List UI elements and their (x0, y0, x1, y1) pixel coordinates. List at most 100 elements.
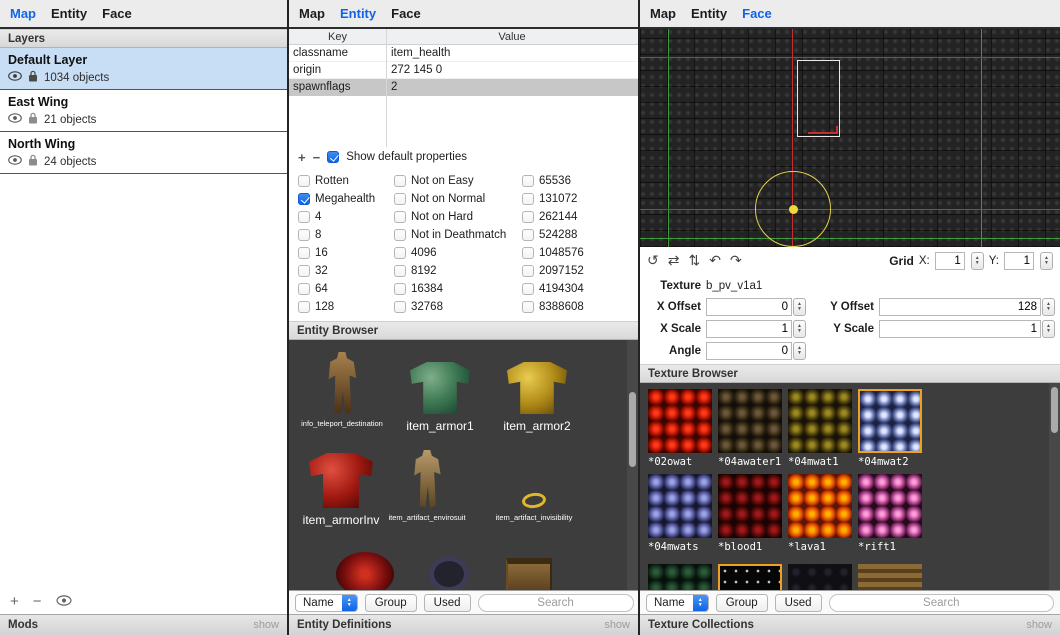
entity-thumb[interactable]: info_teleport_destination (292, 350, 392, 428)
texture-thumb[interactable]: *02owat (648, 389, 718, 468)
flag-checkbox[interactable] (298, 193, 310, 205)
flag-item[interactable]: Not on Hard (394, 208, 522, 226)
add-layer-button[interactable]: + (10, 593, 19, 610)
y-scale-input[interactable] (879, 320, 1041, 338)
uv-reset-icon[interactable]: ↺ (647, 252, 659, 269)
y-offset-stepper[interactable]: ▲▼ (1042, 298, 1055, 316)
texture-thumb[interactable]: *04mwat1 (788, 389, 858, 468)
flag-checkbox[interactable] (522, 265, 534, 277)
flag-checkbox[interactable] (298, 301, 310, 313)
tab-entity[interactable]: Entity (340, 6, 376, 21)
entity-thumb-partial[interactable] (499, 558, 559, 590)
x-offset-stepper[interactable]: ▲▼ (793, 298, 806, 316)
flag-item[interactable]: 16384 (394, 280, 522, 298)
property-value[interactable]: 2 (386, 81, 638, 93)
tab-entity[interactable]: Entity (691, 6, 727, 21)
uv-viewport[interactable] (640, 29, 1060, 247)
lock-icon[interactable] (28, 154, 38, 169)
texture-thumb[interactable]: *blood1 (718, 474, 788, 553)
flag-item[interactable]: Not on Easy (394, 172, 522, 190)
property-value[interactable]: item_health (386, 47, 638, 59)
texture-thumb[interactable]: *lava1 (788, 474, 858, 553)
toggle-visibility-button[interactable] (56, 593, 72, 610)
flag-checkbox[interactable] (522, 301, 534, 313)
add-property-button[interactable]: + (298, 150, 306, 165)
flag-item[interactable]: 4 (298, 208, 394, 226)
flag-item[interactable]: 32 (298, 262, 394, 280)
entity-browser[interactable]: info_teleport_destination item_armor1 it… (289, 340, 638, 590)
flag-checkbox[interactable] (394, 229, 406, 241)
mods-show-link[interactable]: show (253, 619, 279, 631)
entity-search-input[interactable] (479, 595, 633, 611)
eye-icon[interactable] (8, 71, 22, 84)
used-button[interactable]: Used (775, 594, 822, 612)
entity-thumb[interactable]: item_artifact_invisibility (482, 448, 586, 522)
flag-item[interactable]: 16 (298, 244, 394, 262)
texture-thumb[interactable]: *04awater1 (718, 389, 788, 468)
flag-checkbox[interactable] (522, 229, 534, 241)
entity-search-field[interactable] (478, 594, 634, 612)
flip-vertical-icon[interactable]: ⇅ (688, 252, 700, 269)
x-scale-stepper[interactable]: ▲▼ (793, 320, 806, 338)
texture-thumb[interactable]: *rift1 (858, 474, 928, 553)
texture-search-field[interactable] (829, 594, 1054, 612)
flag-item[interactable]: 64 (298, 280, 394, 298)
flag-checkbox[interactable] (522, 175, 534, 187)
angle-stepper[interactable]: ▲▼ (793, 342, 806, 360)
y-scale-stepper[interactable]: ▲▼ (1042, 320, 1055, 338)
property-row-selected[interactable]: spawnflags 2 (289, 79, 638, 96)
flag-checkbox[interactable] (522, 193, 534, 205)
column-divider[interactable] (386, 29, 387, 147)
texture-thumb[interactable]: *04mwats (648, 474, 718, 553)
flag-item[interactable]: 524288 (522, 226, 629, 244)
tab-map[interactable]: Map (299, 6, 325, 21)
entity-thumb[interactable]: item_armor1 (390, 350, 490, 433)
lock-icon[interactable] (28, 112, 38, 127)
flag-item[interactable]: Not in Deathmatch (394, 226, 522, 244)
flag-checkbox[interactable] (298, 211, 310, 223)
sort-popup[interactable]: Name ▲▼ (295, 594, 358, 612)
layer-row[interactable]: North Wing 24 objects (0, 132, 287, 174)
show-default-properties-checkbox[interactable] (327, 151, 339, 163)
texture-thumb-partial[interactable] (858, 564, 928, 590)
tab-map[interactable]: Map (10, 6, 36, 21)
flag-checkbox[interactable] (394, 283, 406, 295)
texture-search-input[interactable] (830, 595, 1053, 611)
eye-icon[interactable] (8, 113, 22, 126)
remove-property-button[interactable]: − (313, 150, 321, 165)
used-button[interactable]: Used (424, 594, 471, 612)
grid-x-stepper[interactable]: ▲▼ (971, 252, 984, 270)
flag-item[interactable]: 8192 (394, 262, 522, 280)
flag-item[interactable]: 4194304 (522, 280, 629, 298)
flip-horizontal-icon[interactable]: ⇄ (668, 252, 680, 269)
flag-checkbox[interactable] (298, 283, 310, 295)
flag-checkbox[interactable] (394, 211, 406, 223)
texture-thumb-partial[interactable] (648, 564, 718, 590)
rotate-ccw-icon[interactable]: ↶ (709, 252, 721, 269)
grid-x-input[interactable] (935, 252, 965, 270)
flag-checkbox[interactable] (394, 193, 406, 205)
x-offset-input[interactable] (706, 298, 792, 316)
flag-item[interactable]: Megahealth (298, 190, 394, 208)
flag-item[interactable]: 32768 (394, 298, 522, 316)
entity-definitions-show-link[interactable]: show (604, 619, 630, 631)
flag-item[interactable]: Rotten (298, 172, 394, 190)
angle-input[interactable] (706, 342, 792, 360)
flag-checkbox[interactable] (522, 247, 534, 259)
texture-thumb-partial[interactable] (718, 564, 788, 590)
flag-item[interactable]: 65536 (522, 172, 629, 190)
sort-popup[interactable]: Name ▲▼ (646, 594, 709, 612)
layer-row[interactable]: Default Layer 1034 objects (0, 48, 287, 90)
grid-y-stepper[interactable]: ▲▼ (1040, 252, 1053, 270)
flag-checkbox[interactable] (298, 265, 310, 277)
layer-row[interactable]: East Wing 21 objects (0, 90, 287, 132)
flag-checkbox[interactable] (298, 247, 310, 259)
flag-item[interactable]: 8388608 (522, 298, 629, 316)
entity-thumb-partial[interactable] (315, 552, 415, 590)
texture-thumb-partial[interactable] (788, 564, 858, 590)
texture-collections-show-link[interactable]: show (1026, 619, 1052, 631)
flag-item[interactable]: 131072 (522, 190, 629, 208)
flag-checkbox[interactable] (298, 175, 310, 187)
flag-checkbox[interactable] (394, 301, 406, 313)
flag-item[interactable]: 1048576 (522, 244, 629, 262)
